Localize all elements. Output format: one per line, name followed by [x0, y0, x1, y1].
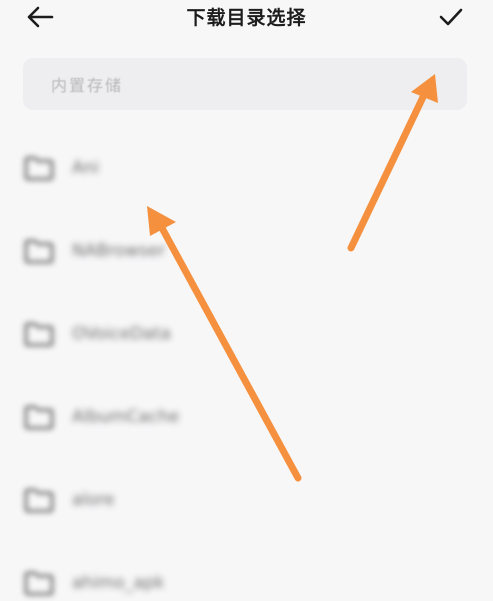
folder-item[interactable]: ahimo_apk — [0, 541, 493, 601]
confirm-button[interactable] — [431, 0, 471, 34]
folder-icon — [24, 239, 54, 263]
folder-name: AlbumCache — [72, 406, 180, 427]
folder-name: ahimo_apk — [72, 572, 165, 593]
checkmark-icon — [439, 8, 463, 26]
page-title: 下载目录选择 — [186, 7, 307, 29]
folder-item[interactable]: alore — [0, 458, 493, 541]
folder-icon — [24, 488, 54, 512]
folder-list: Ani NABrowser OVoiceData AlbumCache alor… — [0, 126, 493, 601]
folder-item[interactable]: Ani — [0, 126, 493, 209]
download-directory-screen: 下载目录选择 内置存储 Ani NABrowser OVoiceData Alb… — [0, 0, 493, 601]
folder-icon — [24, 322, 54, 346]
storage-path-label: 内置存储 — [51, 76, 124, 95]
folder-name: OVoiceData — [72, 323, 171, 344]
folder-icon — [24, 156, 54, 180]
top-bar: 下载目录选择 — [0, 0, 493, 40]
folder-name: NABrowser — [72, 240, 166, 261]
folder-icon — [24, 571, 54, 595]
folder-name: alore — [72, 489, 115, 510]
folder-item[interactable]: AlbumCache — [0, 375, 493, 458]
folder-name: Ani — [72, 157, 100, 178]
folder-item[interactable]: OVoiceData — [0, 292, 493, 375]
folder-item[interactable]: NABrowser — [0, 209, 493, 292]
folder-icon — [24, 405, 54, 429]
storage-path-bar[interactable]: 内置存储 — [23, 58, 467, 110]
